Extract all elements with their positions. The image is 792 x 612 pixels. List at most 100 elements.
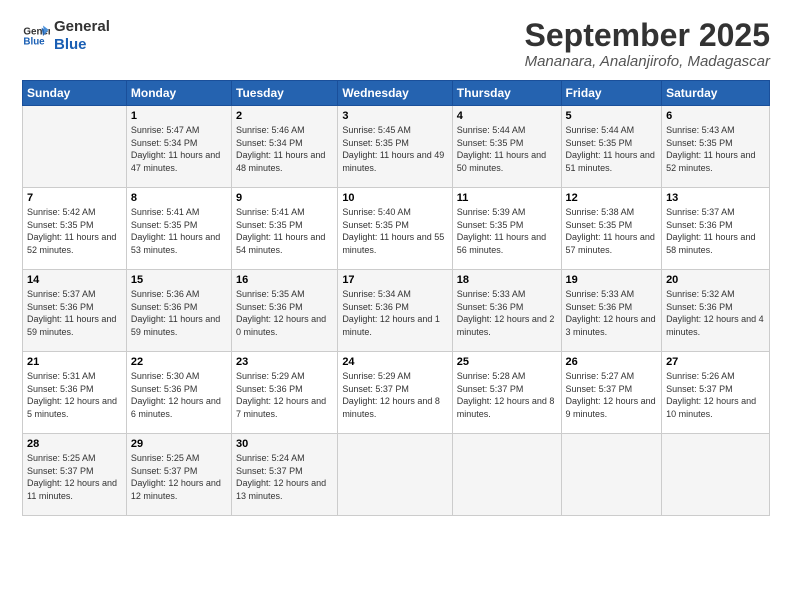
day-info: Sunrise: 5:43 AMSunset: 5:35 PMDaylight:… — [666, 124, 765, 174]
sunset-text: Sunset: 5:36 PM — [566, 301, 658, 314]
day-info: Sunrise: 5:25 AMSunset: 5:37 PMDaylight:… — [27, 452, 122, 502]
calendar-cell: 4 Sunrise: 5:44 AMSunset: 5:35 PMDaylight… — [452, 106, 561, 188]
daylight-text: Daylight: 11 hours and 55 minutes. — [342, 231, 447, 256]
calendar-cell: 23Sunrise: 5:29 AMSunset: 5:36 PMDayligh… — [232, 352, 338, 434]
daylight-text: Daylight: 11 hours and 48 minutes. — [236, 149, 333, 174]
day-info: Sunrise: 5:36 AMSunset: 5:36 PMDaylight:… — [131, 288, 227, 338]
calendar-cell: 7Sunrise: 5:42 AMSunset: 5:35 PMDaylight… — [23, 188, 127, 270]
daylight-text: Daylight: 11 hours and 54 minutes. — [236, 231, 333, 256]
daylight-text: Daylight: 12 hours and 13 minutes. — [236, 477, 333, 502]
sunset-text: Sunset: 5:34 PM — [131, 137, 227, 150]
daylight-text: Daylight: 12 hours and 12 minutes. — [131, 477, 227, 502]
sunrise-text: Sunrise: 5:41 AM — [131, 206, 227, 219]
calendar-cell: 21Sunrise: 5:31 AMSunset: 5:36 PMDayligh… — [23, 352, 127, 434]
day-info: Sunrise: 5:32 AMSunset: 5:36 PMDaylight:… — [666, 288, 765, 338]
sunrise-text: Sunrise: 5:33 AM — [457, 288, 557, 301]
day-number: 30 — [236, 438, 333, 450]
calendar-cell: 24Sunrise: 5:29 AMSunset: 5:37 PMDayligh… — [338, 352, 452, 434]
calendar-cell — [452, 434, 561, 516]
sunset-text: Sunset: 5:35 PM — [666, 137, 765, 150]
weekday-header: Friday — [561, 81, 662, 106]
sunrise-text: Sunrise: 5:47 AM — [131, 124, 227, 137]
sunrise-text: Sunrise: 5:27 AM — [566, 370, 658, 383]
header: General Blue General Blue September 2025… — [22, 18, 770, 70]
day-number: 4 — [457, 110, 557, 122]
day-info: Sunrise: 5:45 AMSunset: 5:35 PMDaylight:… — [342, 124, 447, 174]
day-info: Sunrise: 5:28 AMSunset: 5:37 PMDaylight:… — [457, 370, 557, 420]
day-info: Sunrise: 5:44 AMSunset: 5:35 PMDaylight:… — [457, 124, 557, 174]
day-info: Sunrise: 5:38 AMSunset: 5:35 PMDaylight:… — [566, 206, 658, 256]
sunrise-text: Sunrise: 5:28 AM — [457, 370, 557, 383]
sunset-text: Sunset: 5:34 PM — [236, 137, 333, 150]
sunset-text: Sunset: 5:35 PM — [566, 137, 658, 150]
calendar-cell: 5Sunrise: 5:44 AMSunset: 5:35 PMDaylight… — [561, 106, 662, 188]
calendar-cell: 9Sunrise: 5:41 AMSunset: 5:35 PMDaylight… — [232, 188, 338, 270]
calendar-cell: 2Sunrise: 5:46 AMSunset: 5:34 PMDaylight… — [232, 106, 338, 188]
sunset-text: Sunset: 5:35 PM — [342, 219, 447, 232]
calendar-cell: 28 Sunrise: 5:25 AMSunset: 5:37 PMDayligh… — [23, 434, 127, 516]
day-number: 10 — [342, 192, 447, 204]
sunset-text: Sunset: 5:35 PM — [131, 219, 227, 232]
daylight-text: Daylight: 12 hours and 10 minutes. — [666, 395, 765, 420]
weekday-header-row: SundayMondayTuesdayWednesdayThursdayFrid… — [23, 81, 770, 106]
daylight-text: Daylight: 12 hours and 2 minutes. — [457, 313, 557, 338]
day-number: 22 — [131, 356, 227, 368]
day-number: 27 — [666, 356, 765, 368]
day-number: 9 — [236, 192, 333, 204]
day-info: Sunrise: 5:47 AMSunset: 5:34 PMDaylight:… — [131, 124, 227, 174]
day-number: 6 — [666, 110, 765, 122]
sunrise-text: Sunrise: 5:30 AM — [131, 370, 227, 383]
calendar-cell: 15Sunrise: 5:36 AMSunset: 5:36 PMDayligh… — [126, 270, 231, 352]
sunset-text: Sunset: 5:37 PM — [131, 465, 227, 478]
logo: General Blue General Blue — [22, 18, 110, 54]
day-number: 16 — [236, 274, 333, 286]
weekday-header: Thursday — [452, 81, 561, 106]
sunrise-text: Sunrise: 5:31 AM — [27, 370, 122, 383]
daylight-text: Daylight: 11 hours and 58 minutes. — [666, 231, 765, 256]
day-number: 23 — [236, 356, 333, 368]
sunset-text: Sunset: 5:35 PM — [457, 137, 557, 150]
day-number: 28 — [27, 438, 122, 450]
sunrise-text: Sunrise: 5:34 AM — [342, 288, 447, 301]
weekday-header: Monday — [126, 81, 231, 106]
day-number: 24 — [342, 356, 447, 368]
daylight-text: Daylight: 11 hours and 53 minutes. — [131, 231, 227, 256]
day-number: 19 — [566, 274, 658, 286]
daylight-text: Daylight: 12 hours and 1 minute. — [342, 313, 447, 338]
daylight-text: Daylight: 11 hours and 52 minutes. — [666, 149, 765, 174]
sunset-text: Sunset: 5:37 PM — [236, 465, 333, 478]
calendar-cell: 1 Sunrise: 5:47 AMSunset: 5:34 PMDaylight… — [126, 106, 231, 188]
day-number: 1 — [131, 110, 227, 122]
calendar-cell: 14Sunrise: 5:37 AMSunset: 5:36 PMDayligh… — [23, 270, 127, 352]
sunrise-text: Sunrise: 5:25 AM — [27, 452, 122, 465]
calendar-cell — [23, 106, 127, 188]
calendar-cell: 8Sunrise: 5:41 AMSunset: 5:35 PMDaylight… — [126, 188, 231, 270]
logo-icon: General Blue — [22, 22, 50, 50]
calendar-cell: 25Sunrise: 5:28 AMSunset: 5:37 PMDayligh… — [452, 352, 561, 434]
daylight-text: Daylight: 12 hours and 11 minutes. — [27, 477, 122, 502]
daylight-text: Daylight: 12 hours and 9 minutes. — [566, 395, 658, 420]
sunrise-text: Sunrise: 5:37 AM — [27, 288, 122, 301]
daylight-text: Daylight: 12 hours and 7 minutes. — [236, 395, 333, 420]
sunset-text: Sunset: 5:36 PM — [666, 219, 765, 232]
sunrise-text: Sunrise: 5:43 AM — [666, 124, 765, 137]
sunrise-text: Sunrise: 5:40 AM — [342, 206, 447, 219]
weekday-header: Sunday — [23, 81, 127, 106]
day-number: 5 — [566, 110, 658, 122]
calendar-cell — [338, 434, 452, 516]
calendar-cell: 27Sunrise: 5:26 AMSunset: 5:37 PMDayligh… — [662, 352, 770, 434]
sunset-text: Sunset: 5:36 PM — [666, 301, 765, 314]
calendar-cell — [561, 434, 662, 516]
calendar-cell: 19Sunrise: 5:33 AMSunset: 5:36 PMDayligh… — [561, 270, 662, 352]
calendar-table: SundayMondayTuesdayWednesdayThursdayFrid… — [22, 80, 770, 516]
calendar-cell: 22Sunrise: 5:30 AMSunset: 5:36 PMDayligh… — [126, 352, 231, 434]
daylight-text: Daylight: 11 hours and 59 minutes. — [131, 313, 227, 338]
sunset-text: Sunset: 5:37 PM — [666, 383, 765, 396]
sunset-text: Sunset: 5:36 PM — [27, 383, 122, 396]
daylight-text: Daylight: 12 hours and 5 minutes. — [27, 395, 122, 420]
sunset-text: Sunset: 5:37 PM — [566, 383, 658, 396]
page: General Blue General Blue September 2025… — [0, 0, 792, 612]
daylight-text: Daylight: 11 hours and 56 minutes. — [457, 231, 557, 256]
day-number: 29 — [131, 438, 227, 450]
sunrise-text: Sunrise: 5:41 AM — [236, 206, 333, 219]
